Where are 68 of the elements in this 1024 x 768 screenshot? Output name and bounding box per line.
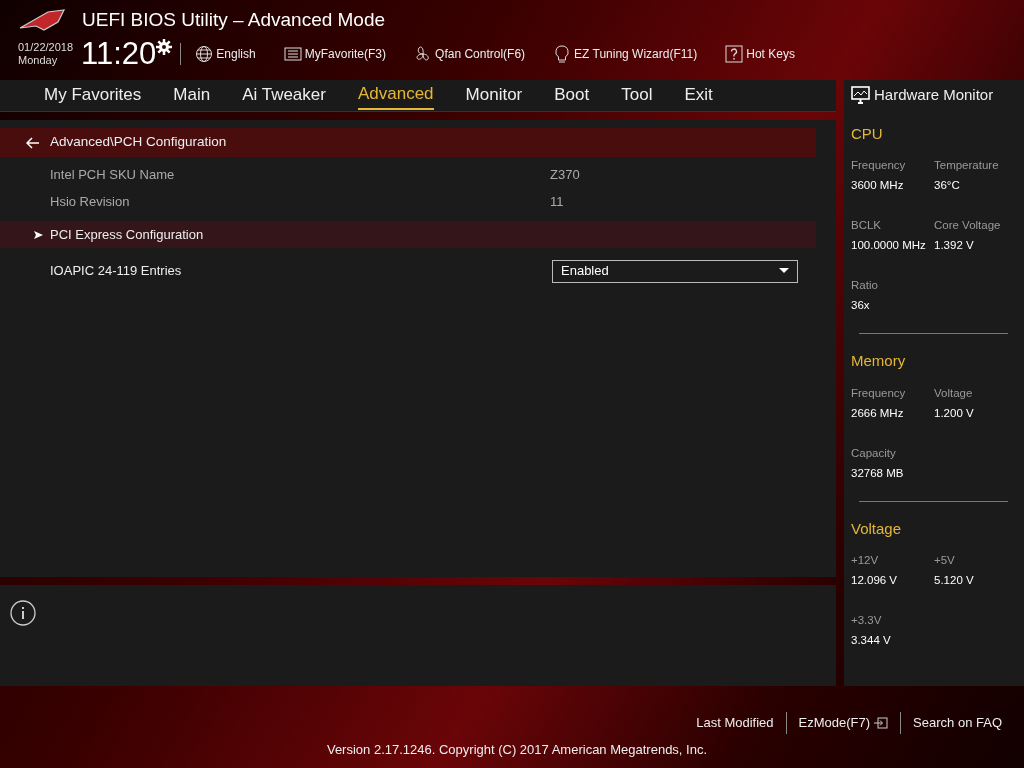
submenu-link[interactable]: PCI Express Configuration [50, 224, 204, 245]
reading-label: Core Voltage [934, 218, 1002, 233]
tab[interactable]: My Favorites [44, 81, 142, 110]
reading-label: +12V [851, 553, 880, 568]
reading-value: 1.392 V [934, 238, 975, 253]
reading-value: 3.344 V [851, 633, 892, 648]
setting-label: Hsio Revision [50, 192, 131, 211]
monitor-icon [851, 86, 870, 105]
toolbar-button[interactable]: Qfan Control(F6) [408, 43, 532, 64]
reading-value: 3600 MHz [851, 178, 905, 193]
tab[interactable]: Main [173, 81, 211, 110]
toolbar-button[interactable]: English [189, 43, 262, 64]
lightbulb-icon [553, 44, 572, 63]
reading-label: Capacity [851, 445, 897, 461]
info-icon [10, 600, 36, 626]
reading-value: 5.120 V [934, 573, 975, 588]
reading-value: 36x [851, 298, 871, 313]
reading-label: Ratio [851, 278, 879, 293]
reading-label: Temperature [934, 158, 1000, 173]
reading-value: 100.0000 MHz [851, 238, 927, 253]
breadcrumb: Advanced\PCH Configuration [50, 133, 227, 152]
chevron-icon [34, 230, 43, 239]
toolbar-button[interactable]: EZ Tuning Wizard(F11) [547, 43, 704, 64]
footer-link[interactable]: Last Modified [684, 713, 786, 733]
setting-value: 11 [550, 192, 564, 211]
reading-value: 12.096 V [851, 573, 899, 588]
back-arrow-icon[interactable] [26, 136, 40, 149]
caret-icon [779, 268, 789, 274]
setting-label: Intel PCH SKU Name [50, 165, 176, 184]
reading-label: BCLK [851, 218, 883, 233]
help-icon [725, 44, 744, 63]
highlighted-row[interactable]: PCI Express Configuration [0, 221, 816, 248]
tab[interactable]: Advanced [357, 80, 434, 111]
toolbar-button[interactable]: MyFavorite(F3) [277, 43, 393, 64]
exit-icon [874, 717, 889, 729]
globe-icon [195, 44, 214, 63]
reading-value: 32768 MB [851, 465, 905, 481]
tab[interactable]: Monitor [465, 81, 523, 110]
clock-time: 11:20 [81, 38, 157, 69]
reading-label: +3.3V [851, 613, 883, 628]
reading-value: 1.200 V [934, 405, 975, 421]
tab[interactable]: Boot [554, 81, 590, 110]
footer-link[interactable]: EzMode(F7) [786, 713, 901, 733]
reading-label: Voltage [934, 385, 974, 401]
tab[interactable]: Exit [684, 81, 713, 110]
copyright-text: Version 2.17.1246. Copyright (C) 2017 American Megatrends, Inc. [326, 741, 708, 759]
settings-icon[interactable] [156, 38, 173, 55]
section-title: Voltage [851, 518, 903, 539]
reading-label: Frequency [851, 385, 907, 401]
tab[interactable]: Ai Tweaker [242, 81, 326, 110]
footer-link[interactable]: Search on FAQ [901, 713, 1014, 733]
setting-value: Z370 [550, 165, 580, 184]
setting-label: IOAPIC 24-119 Entries [50, 262, 183, 281]
reading-value: 2666 MHz [851, 405, 905, 421]
section-title: CPU [851, 123, 884, 144]
tab[interactable]: Tool [621, 81, 653, 110]
reading-label: +5V [934, 553, 956, 568]
window-title: UEFI BIOS Utility – Advanced Mode [82, 8, 386, 32]
reading-value: 36°C [934, 178, 961, 193]
dropdown[interactable]: Enabled [552, 259, 798, 283]
panel-title: Hardware Monitor [874, 85, 994, 105]
toolbar-button[interactable]: Hot Keys [719, 43, 801, 64]
day-text: Monday [18, 53, 59, 67]
list-icon [283, 44, 302, 63]
reading-label: Frequency [851, 158, 907, 173]
date-text: 01/22/2018 [18, 40, 74, 54]
logo-icon [18, 8, 66, 33]
section-title: Memory [851, 351, 907, 371]
